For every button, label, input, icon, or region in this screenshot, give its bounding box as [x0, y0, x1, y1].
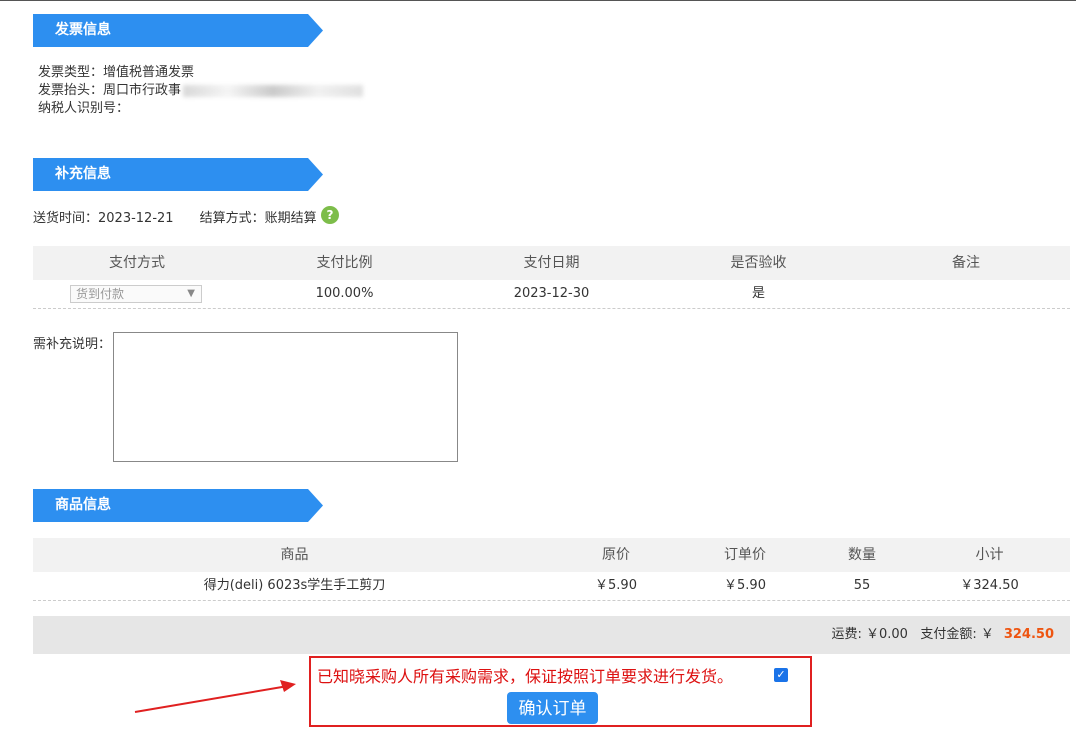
payment-header-ratio: 支付比例: [316, 255, 373, 271]
payment-table-row: 货到付款 ▼ 100.00% 2023-12-30 是: [33, 280, 1070, 309]
goods-header-name: 商品: [280, 547, 309, 563]
invoice-header-value: 周口市行政事: [103, 83, 182, 98]
payment-accepted: 是: [751, 286, 765, 301]
payment-table-header: 支付方式 支付比例 支付日期 是否验收 备注: [33, 246, 1070, 280]
remark-textarea[interactable]: [113, 332, 458, 462]
totals-text: 运费: ￥0.00 支付金额: ￥ 324.50: [831, 616, 1054, 654]
section-tab-goods: 商品信息: [33, 489, 323, 522]
invoice-info: 发票类型：增值税普通发票 发票抬头：周口市行政事 纳税人识别号：: [38, 64, 364, 118]
payment-header-accepted: 是否验收: [730, 255, 787, 271]
pay-amount-label: 支付金额: ￥: [920, 627, 994, 642]
shipping-label: 运费:: [831, 627, 866, 642]
payment-method-select[interactable]: 货到付款 ▼: [70, 285, 202, 303]
confirm-statement: 已知晓采购人所有采购需求，保证按照订单要求进行发货。: [317, 667, 734, 686]
section-tab-invoice: 发票信息: [33, 14, 323, 47]
goods-order-price: ￥5.90: [724, 578, 766, 593]
invoice-taxid-row: 纳税人识别号：: [38, 100, 363, 118]
payment-header-remark: 备注: [952, 255, 980, 271]
help-icon[interactable]: ?: [321, 206, 339, 224]
remark-label: 需补充说明：: [33, 337, 112, 352]
goods-name: 得力(deli) 6023s学生手工剪刀: [203, 578, 386, 593]
pay-amount-value: 324.50: [1003, 627, 1054, 642]
payment-date: 2023-12-30: [513, 286, 590, 301]
invoice-taxid-label: 纳税人识别号：: [38, 101, 130, 116]
goods-subtotal: ￥324.50: [960, 578, 1019, 593]
goods-header-qty: 数量: [848, 547, 876, 563]
goods-orig-price: ￥5.90: [595, 578, 637, 593]
section-tab-supplement: 补充信息: [33, 158, 323, 191]
payment-method-value: 货到付款: [76, 287, 125, 301]
confirm-order-button[interactable]: 确认订单: [507, 692, 598, 724]
invoice-header-label: 发票抬头：: [38, 83, 104, 98]
totals-bar: 运费: ￥0.00 支付金额: ￥ 324.50: [33, 616, 1070, 654]
section-title-goods: 商品信息: [55, 497, 111, 513]
section-title-supplement: 补充信息: [55, 166, 111, 182]
settlement-label: 结算方式：: [199, 211, 265, 226]
delivery-value: 2023-12-21: [98, 211, 174, 226]
invoice-type-value: 增值税普通发票: [103, 65, 195, 80]
section-title-invoice: 发票信息: [55, 22, 111, 38]
goods-table-header: 商品 原价 订单价 数量 小计: [33, 538, 1070, 572]
delivery-label: 送货时间：: [33, 211, 99, 226]
goods-header-subtotal: 小计: [975, 547, 1004, 563]
goods-header-order-price: 订单价: [724, 547, 766, 563]
payment-header-date: 支付日期: [523, 255, 580, 271]
payment-ratio: 100.00%: [315, 286, 374, 301]
payment-header-method: 支付方式: [109, 255, 165, 271]
invoice-type-row: 发票类型：增值税普通发票: [38, 64, 363, 82]
delivery-settlement-line: 送货时间：2023-12-21 结算方式：账期结算: [33, 207, 317, 226]
goods-header-orig-price: 原价: [602, 547, 630, 563]
top-border: [0, 0, 1076, 1]
chevron-down-icon: ▼: [187, 288, 195, 299]
settlement-value: 账期结算: [264, 211, 317, 226]
annotation-arrow-icon: [134, 680, 296, 713]
goods-table-row: 得力(deli) 6023s学生手工剪刀 ￥5.90 ￥5.90 55 ￥324…: [33, 572, 1070, 601]
shipping-value: ￥0.00: [865, 627, 908, 642]
invoice-header-row: 发票抬头：周口市行政事: [38, 82, 364, 100]
goods-qty: 55: [853, 578, 871, 593]
invoice-type-label: 发票类型：: [38, 65, 104, 80]
confirm-checkbox[interactable]: ✓: [774, 668, 788, 682]
redaction-mask: [183, 84, 364, 97]
